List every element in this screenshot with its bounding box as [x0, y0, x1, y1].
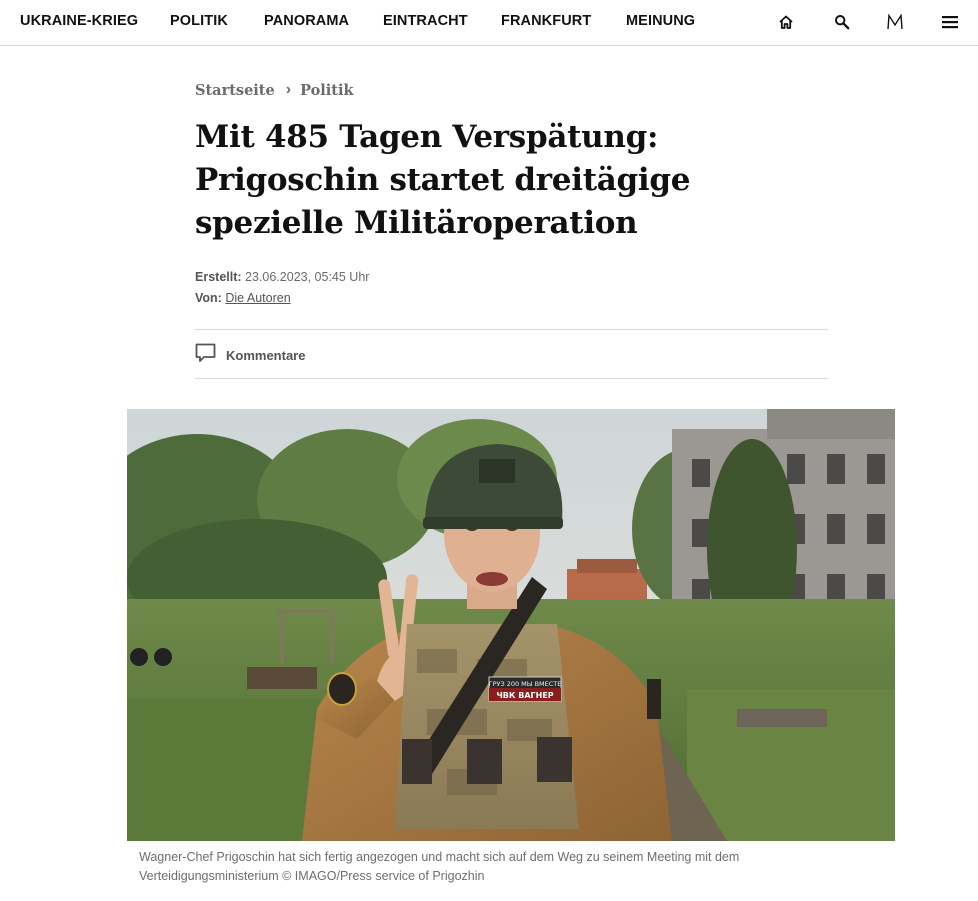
breadcrumb-section-link[interactable]: Politik — [300, 82, 353, 99]
top-navigation: UKRAINE-KRIEG POLITIK PANORAMA EINTRACHT… — [0, 0, 978, 46]
comment-icon — [195, 343, 216, 368]
author-line: Von: Die Autoren — [195, 288, 369, 309]
author-link[interactable]: Die Autoren — [225, 291, 290, 305]
search-icon[interactable] — [831, 11, 853, 33]
nav-item-meinung[interactable]: MEINUNG — [626, 13, 695, 29]
breadcrumb: Startseite › Politik — [195, 81, 354, 99]
divider-bottom — [195, 378, 828, 379]
author-label: Von: — [195, 291, 222, 305]
article-image[interactable]: ГРУЗ 200 МЫ ВМЕСТЕ ЧВК ВАГНЕР — [127, 409, 895, 841]
created-label: Erstellt: — [195, 270, 242, 284]
nav-item-frankfurt[interactable]: FRANKFURT — [501, 13, 591, 29]
nav-item-politik[interactable]: POLITIK — [170, 13, 228, 29]
article-meta: Erstellt: 23.06.2023, 05:45 Uhr Von: Die… — [195, 267, 369, 309]
patch-bottom-text: ЧВК ВАГНЕР — [496, 691, 553, 700]
comments-button[interactable]: Kommentare — [195, 343, 305, 368]
nav-item-panorama[interactable]: PANORAMA — [264, 13, 349, 29]
home-icon[interactable] — [775, 11, 797, 33]
image-caption: Wagner-Chef Prigoschin hat sich fertig a… — [139, 850, 740, 883]
nav-item-ukraine-krieg[interactable]: UKRAINE-KRIEG — [20, 13, 138, 29]
nav-item-eintracht[interactable]: EINTRACHT — [383, 13, 468, 29]
patch-top-text: ГРУЗ 200 МЫ ВМЕСТЕ — [489, 680, 562, 688]
menu-icon[interactable] — [939, 11, 961, 33]
comments-label: Kommentare — [226, 348, 306, 363]
divider-top — [195, 329, 828, 330]
created-line: Erstellt: 23.06.2023, 05:45 Uhr — [195, 267, 369, 288]
m-logo-icon[interactable] — [884, 11, 906, 33]
created-date: 23.06.2023, 05:45 Uhr — [245, 270, 370, 284]
breadcrumb-home-link[interactable]: Startseite — [195, 82, 275, 99]
article-title: Mit 485 Tagen Verspätung: Prigoschin sta… — [195, 119, 691, 241]
breadcrumb-separator: › — [285, 81, 292, 98]
